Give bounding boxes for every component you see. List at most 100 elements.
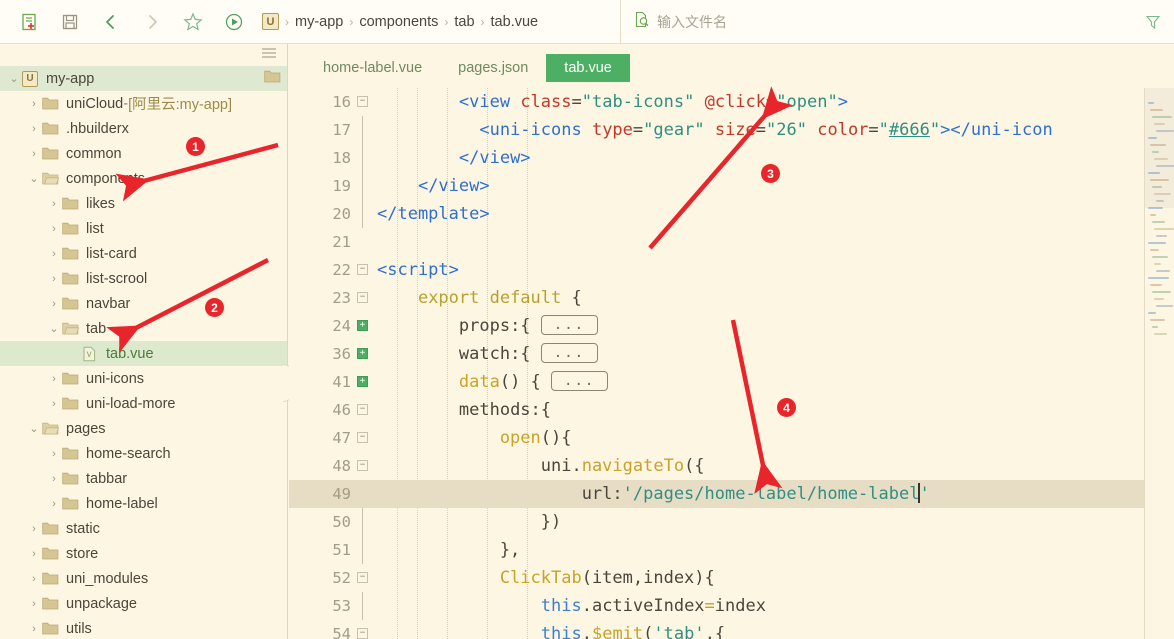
breadcrumb-item-tab[interactable]: tab — [454, 14, 474, 30]
chevron-right-icon[interactable]: › — [26, 573, 42, 585]
chevron-right-icon[interactable]: › — [46, 248, 62, 260]
code-line[interactable]: 22− <script> — [289, 256, 1174, 284]
hamburger-icon[interactable] — [261, 46, 277, 65]
breadcrumb-item-components[interactable]: components — [359, 14, 438, 30]
chevron-right-icon[interactable]: › — [46, 298, 62, 310]
editor-tab-pages-json[interactable]: pages.json — [440, 54, 546, 82]
chevron-down-icon[interactable]: ⌄ — [26, 172, 42, 185]
tree-item-likes[interactable]: › likes — [0, 191, 287, 216]
tree-item-home-search[interactable]: › home-search — [0, 441, 287, 466]
fold-expand-icon[interactable]: + — [357, 320, 368, 331]
fold-collapse-icon[interactable]: − — [357, 460, 368, 471]
code-content[interactable]: 16− <view class="tab-icons" @click="open… — [289, 88, 1174, 639]
chevron-right-icon[interactable]: › — [26, 98, 42, 110]
code-line[interactable]: 49 url:'/pages/home-label/home-label' — [289, 480, 1174, 508]
chevron-right-icon[interactable]: › — [46, 473, 62, 485]
code-line[interactable]: 41 + data() { ... — [289, 368, 1174, 396]
fold-expand-icon[interactable]: + — [357, 348, 368, 359]
code-line[interactable]: 17 <uni-icons type="gear" size="26" colo… — [289, 116, 1174, 144]
tree-item-tabbar[interactable]: › tabbar — [0, 466, 287, 491]
fold-collapse-icon[interactable]: − — [357, 96, 368, 107]
chevron-right-icon[interactable]: › — [46, 273, 62, 285]
new-file-icon[interactable] — [8, 2, 49, 42]
chevron-down-icon[interactable]: ⌄ — [46, 322, 62, 335]
chevron-right-icon[interactable]: › — [46, 223, 62, 235]
code-line[interactable]: 53 this.activeIndex=index — [289, 592, 1174, 620]
chevron-down-icon[interactable]: ⌄ — [26, 422, 42, 435]
code-line[interactable]: 36 + watch:{ ... — [289, 340, 1174, 368]
code-line[interactable]: 16− <view class="tab-icons" @click="open… — [289, 88, 1174, 116]
fold-collapse-icon[interactable]: − — [357, 572, 368, 583]
code-line[interactable]: 21 — [289, 228, 1174, 256]
search-input[interactable] — [657, 14, 987, 30]
code-line[interactable]: 23− export default { — [289, 284, 1174, 312]
editor-tab-home-label-vue[interactable]: home-label.vue — [305, 54, 440, 82]
run-icon[interactable] — [213, 2, 254, 42]
tree-item-common[interactable]: › common — [0, 141, 287, 166]
breadcrumb-item-project[interactable]: my-app — [295, 14, 343, 30]
fold-collapse-icon[interactable]: − — [357, 432, 368, 443]
tree-item-unicloud[interactable]: › uniCloud - [阿里云:my-app] — [0, 91, 287, 116]
code-line[interactable]: 54− this.$emit('tab',{ — [289, 620, 1174, 639]
code-line[interactable]: 20 </template> — [289, 200, 1174, 228]
code-line[interactable]: 47− open(){ — [289, 424, 1174, 452]
chevron-right-icon[interactable]: › — [46, 398, 62, 410]
tree-item-navbar[interactable]: › navbar — [0, 291, 287, 316]
forward-arrow-icon[interactable] — [131, 2, 172, 42]
code-line[interactable]: 19 </view> — [289, 172, 1174, 200]
filter-icon[interactable] — [1144, 13, 1162, 36]
tree-item-components[interactable]: ⌄ components — [0, 166, 287, 191]
folded-region-box[interactable]: ... — [540, 343, 599, 363]
tree-item-store[interactable]: › store — [0, 541, 287, 566]
tree-item-static[interactable]: › static — [0, 516, 287, 541]
code-line[interactable]: 50 }) — [289, 508, 1174, 536]
tree-item-uni-load-more[interactable]: › uni-load-more — [0, 391, 287, 416]
breadcrumb-item-file[interactable]: tab.vue — [491, 14, 539, 30]
chevron-right-icon[interactable]: › — [46, 448, 62, 460]
code-line[interactable]: 51 }, — [289, 536, 1174, 564]
tree-item-list-scrool[interactable]: › list-scrool — [0, 266, 287, 291]
tree-item-home-label[interactable]: › home-label — [0, 491, 287, 516]
chevron-right-icon[interactable]: › — [26, 548, 42, 560]
chevron-right-icon[interactable]: › — [46, 498, 62, 510]
code-line[interactable]: 48− uni.navigateTo({ — [289, 452, 1174, 480]
code-line[interactable]: 24 + props:{ ... — [289, 312, 1174, 340]
save-icon[interactable] — [49, 2, 90, 42]
chevron-right-icon[interactable]: › — [26, 623, 42, 635]
chevron-right-icon[interactable]: › — [26, 598, 42, 610]
chevron-down-icon[interactable]: ⌄ — [6, 72, 22, 85]
code-line[interactable]: 18 </view> — [289, 144, 1174, 172]
chevron-right-icon[interactable]: › — [46, 373, 62, 385]
chevron-right-icon[interactable]: › — [26, 123, 42, 135]
tree-item-list[interactable]: › list — [0, 216, 287, 241]
star-icon[interactable] — [172, 2, 213, 42]
tree-item-unpackage[interactable]: › unpackage — [0, 591, 287, 616]
minimap-slider[interactable] — [1145, 88, 1174, 208]
tree-item-pages[interactable]: ⌄ pages — [0, 416, 287, 441]
fold-collapse-icon[interactable]: − — [357, 404, 368, 415]
tree-item-tab-vue[interactable]: Vtab.vue — [0, 341, 287, 366]
chevron-right-icon[interactable]: › — [26, 148, 42, 160]
code-line[interactable]: 46− methods:{ — [289, 396, 1174, 424]
editor-minimap[interactable] — [1144, 88, 1174, 639]
back-arrow-icon[interactable] — [90, 2, 131, 42]
tree-item-uni-modules[interactable]: › uni_modules — [0, 566, 287, 591]
tree-item-utils[interactable]: › utils — [0, 616, 287, 639]
folded-region-box[interactable]: ... — [551, 371, 609, 391]
chevron-right-icon[interactable]: › — [46, 198, 62, 210]
tree-item-tab[interactable]: ⌄ tab — [0, 316, 287, 341]
fold-collapse-icon[interactable]: − — [357, 628, 368, 639]
tree-item-list-card[interactable]: › list-card — [0, 241, 287, 266]
editor-tab-tab-vue[interactable]: tab.vue — [546, 54, 630, 82]
tree-item-uni-icons[interactable]: › uni-icons — [0, 366, 287, 391]
fold-collapse-icon[interactable]: − — [357, 264, 368, 275]
folded-region-box[interactable]: ... — [540, 315, 599, 335]
tree-item--hbuilderx[interactable]: › .hbuilderx — [0, 116, 287, 141]
fold-collapse-icon[interactable]: − — [357, 292, 368, 303]
token-str: 'tab' — [653, 624, 705, 639]
fold-expand-icon[interactable]: + — [357, 376, 368, 387]
tree-item-my-app[interactable]: ⌄ Umy-app — [0, 66, 287, 91]
chevron-right-icon[interactable]: › — [26, 523, 42, 535]
code-line[interactable]: 52− ClickTab(item,index){ — [289, 564, 1174, 592]
